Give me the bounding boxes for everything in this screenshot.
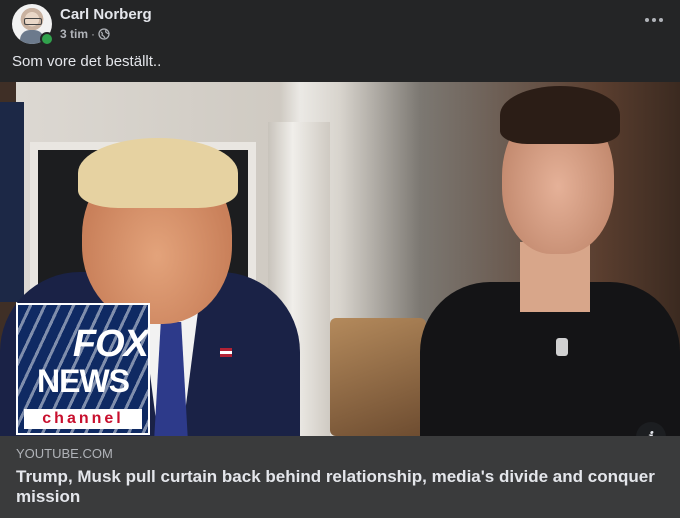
- logo-word-fox: FOX: [72, 323, 148, 365]
- avatar-glasses: [24, 18, 42, 25]
- online-status-dot: [40, 32, 54, 46]
- post-meta: 3 tim ·: [60, 27, 110, 41]
- post-time[interactable]: 3 tim: [60, 27, 88, 41]
- link-domain: YOUTUBE.COM: [16, 446, 113, 461]
- link-thumbnail[interactable]: FOX NEWS channel: [0, 82, 680, 436]
- post-header: Carl Norberg 3 tim ·: [0, 0, 680, 50]
- globe-icon[interactable]: [98, 28, 110, 40]
- logo-word-channel: channel: [24, 409, 142, 429]
- post-caption: Som vore det beställt..: [12, 53, 162, 70]
- meta-separator: ·: [91, 27, 96, 41]
- flag-pin: [220, 348, 232, 357]
- more-horizontal-icon[interactable]: [642, 10, 666, 30]
- right-person-hair: [500, 86, 620, 144]
- firewood-shape: [330, 318, 426, 436]
- link-preview[interactable]: YOUTUBE.COM Trump, Musk pull curtain bac…: [0, 436, 680, 518]
- right-person-pendant: [556, 338, 568, 356]
- author-name[interactable]: Carl Norberg: [60, 6, 152, 23]
- left-person-hair: [78, 138, 238, 208]
- post-card: Carl Norberg 3 tim · Som vore det bestäl…: [0, 0, 680, 518]
- flag-shape: [0, 102, 24, 302]
- link-title[interactable]: Trump, Musk pull curtain back behind rel…: [16, 467, 656, 507]
- fox-news-logo: FOX NEWS channel: [16, 303, 150, 435]
- logo-word-news: NEWS: [37, 363, 130, 399]
